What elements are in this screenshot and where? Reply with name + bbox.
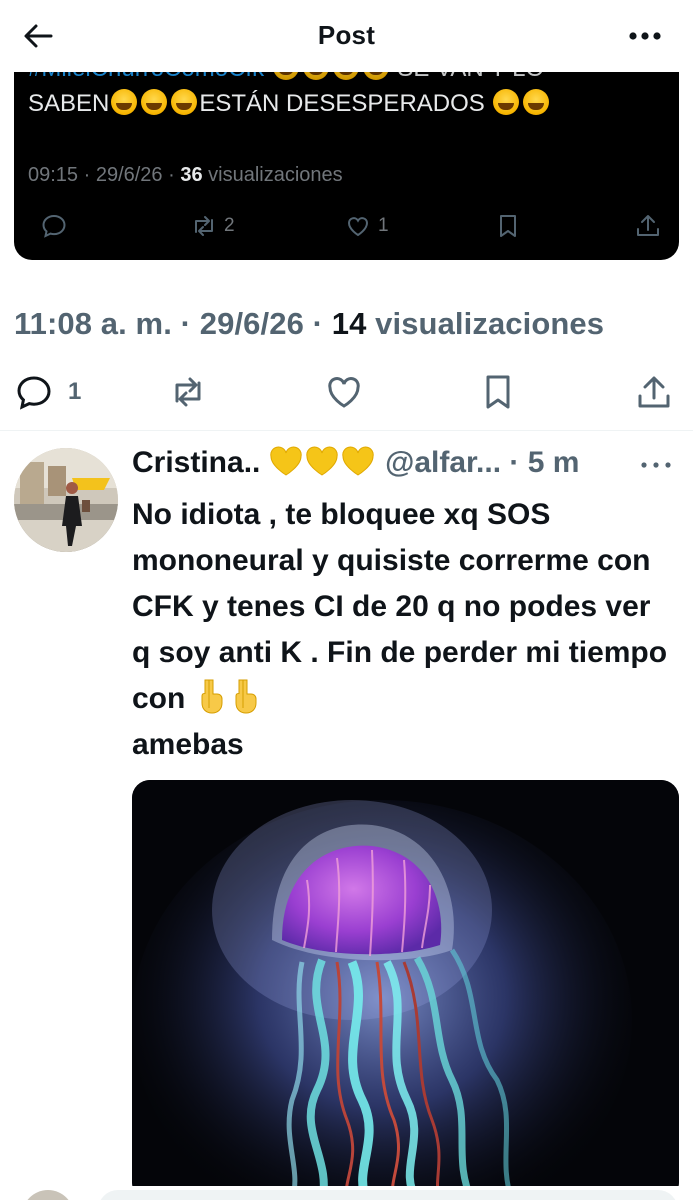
quoted-post-meta: 09:15 · 29/6/26 · 36 visualizaciones — [28, 164, 343, 187]
pointing-down-emoji-icon — [235, 679, 257, 714]
post-views-count: 14 — [331, 306, 367, 341]
page-title: Post — [317, 20, 376, 50]
reply-icon — [42, 214, 66, 238]
laughing-emoji-icon — [493, 89, 520, 115]
post-actions: 1 — [14, 372, 679, 420]
reply-text-end: amebas — [132, 728, 244, 761]
quoted-retweet-button[interactable]: 2 — [190, 212, 235, 240]
reply-input[interactable] — [98, 1190, 678, 1200]
share-icon — [637, 215, 659, 236]
heart-icon — [328, 377, 360, 408]
quoted-views-count: 36 — [180, 164, 203, 186]
divider — [0, 430, 693, 431]
retweet-button[interactable] — [168, 372, 208, 412]
bookmark-icon — [486, 375, 510, 409]
post-meta: 11:08 a. m. · 29/6/26 · 14 visualizacion… — [14, 306, 604, 342]
quoted-post-actions: 2 1 — [28, 212, 665, 248]
quoted-post-text: SABEN ESTÁN DESESPERADOS — [28, 88, 551, 120]
quoted-retweet-count: 2 — [224, 215, 235, 236]
quoted-views-label: visualizaciones — [202, 164, 343, 186]
retweet-icon — [195, 216, 213, 236]
jellyfish-illustration — [132, 780, 679, 1200]
laughing-emoji-icon — [523, 89, 550, 115]
quoted-like-count: 1 — [378, 215, 389, 236]
display-name[interactable]: Cristina.. — [132, 446, 260, 479]
retweet-icon — [175, 377, 201, 407]
reply-count: 1 — [68, 378, 82, 405]
reply-header: Cristina.. @alfar... · 5 m — [132, 446, 579, 480]
more-horizontal-icon — [641, 462, 671, 468]
quoted-post-time: 09:15 · 29/6/26 · — [28, 164, 181, 186]
reply-icon — [17, 376, 51, 410]
quoted-post-card[interactable]: #MileiChurroComoCfk SE VAN Y LO SABENEST… — [14, 40, 679, 260]
avatar[interactable] — [14, 448, 118, 552]
laughing-emoji-icon — [141, 89, 168, 115]
quoted-reply-button[interactable] — [40, 212, 68, 240]
pointing-down-emoji-icon — [201, 679, 223, 714]
reply-time: · 5 m — [501, 446, 580, 479]
heart-icon — [347, 217, 369, 237]
bookmark-button[interactable] — [478, 372, 518, 412]
reply-text: No idiota , te bloquee xq SOS mononeural… — [132, 492, 677, 768]
share-button[interactable] — [634, 372, 674, 412]
quoted-share-button[interactable] — [634, 212, 662, 240]
top-bar: Post — [0, 0, 693, 72]
user-handle[interactable]: @alfar... — [385, 446, 501, 479]
more-options-button[interactable] — [623, 18, 667, 54]
post-views-label: visualizaciones — [366, 306, 605, 341]
post-image[interactable] — [132, 780, 679, 1200]
quoted-like-button[interactable]: 1 — [344, 212, 389, 240]
yellow-heart-emoji-icon — [270, 446, 302, 476]
share-icon — [638, 376, 670, 408]
quoted-text-part: SABEN — [28, 90, 110, 117]
laughing-emoji-icon — [111, 89, 138, 115]
reply-more-button[interactable] — [639, 452, 673, 476]
bookmark-icon — [500, 215, 516, 237]
like-button[interactable] — [324, 372, 364, 412]
more-horizontal-icon — [629, 32, 661, 40]
laughing-emoji-icon — [171, 89, 198, 115]
quoted-bookmark-button[interactable] — [494, 212, 522, 240]
quoted-text-part: ESTÁN DESESPERADOS — [199, 90, 485, 117]
avatar-photo — [14, 448, 118, 552]
reply-button[interactable]: 1 — [14, 372, 81, 412]
post-time: 11:08 a. m. · 29/6/26 · — [14, 306, 332, 341]
yellow-heart-emoji-icon — [342, 446, 374, 476]
yellow-heart-emoji-icon — [306, 446, 338, 476]
